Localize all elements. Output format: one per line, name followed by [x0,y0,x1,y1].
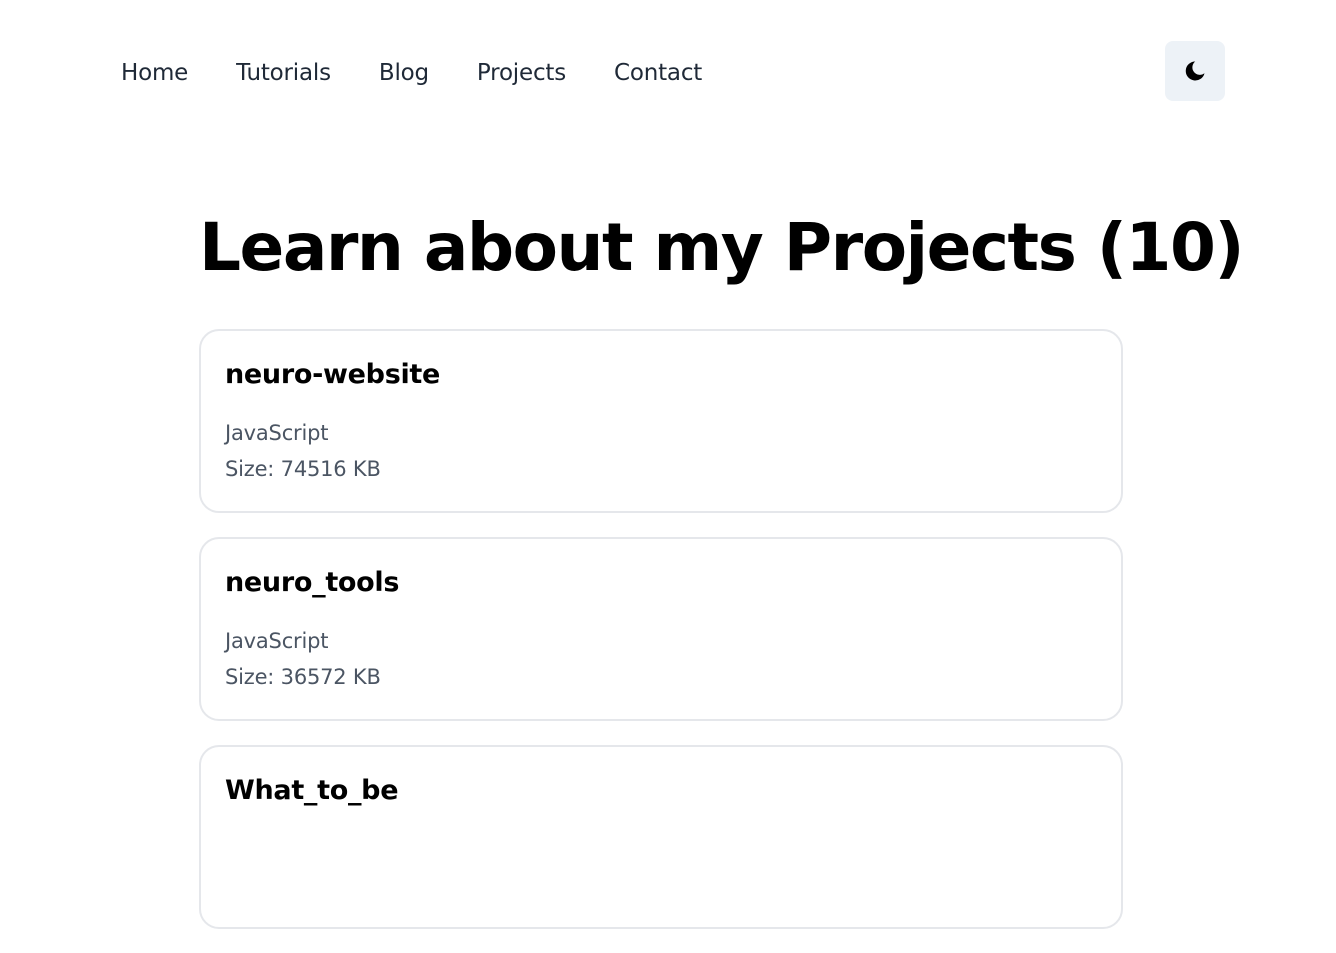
project-name: neuro-website [225,359,441,390]
project-name: What_to_be [225,775,399,806]
top-navigation: Home Tutorials Blog Projects Contact [0,0,1336,140]
project-language: JavaScript [225,421,329,445]
project-card[interactable]: neuro_tools JavaScript Size: 36572 KB [199,537,1123,721]
project-language: JavaScript [225,629,329,653]
project-size: Size: 36572 KB [225,665,381,689]
project-list: neuro-website JavaScript Size: 74516 KB … [199,329,1123,953]
project-card[interactable]: neuro-website JavaScript Size: 74516 KB [199,329,1123,513]
nav-link-home[interactable]: Home [121,58,188,88]
moon-icon [1185,61,1205,81]
project-size: Size: 74516 KB [225,457,381,481]
nav-link-tutorials[interactable]: Tutorials [236,58,331,88]
page-title: Learn about my Projects (10) [199,209,1245,286]
nav-link-projects[interactable]: Projects [477,58,566,88]
nav-link-blog[interactable]: Blog [379,58,429,88]
project-card[interactable]: What_to_be [199,745,1123,929]
nav-link-contact[interactable]: Contact [614,58,702,88]
main-content: Learn about my Projects (10) neuro-websi… [199,200,1245,929]
project-name: neuro_tools [225,567,400,598]
theme-toggle-button[interactable] [1165,41,1225,101]
nav-links: Home Tutorials Blog Projects Contact [121,58,750,88]
